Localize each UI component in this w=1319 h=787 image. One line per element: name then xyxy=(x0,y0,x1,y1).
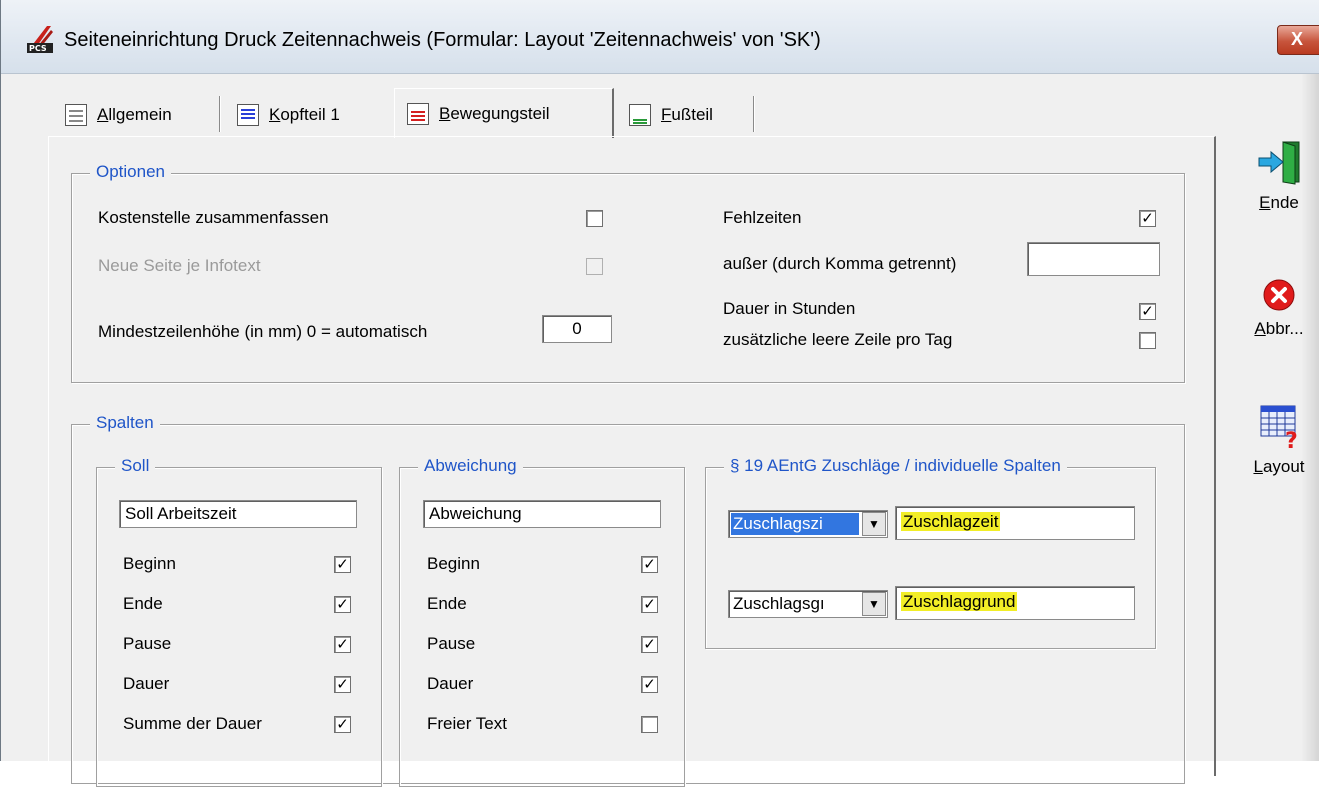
zuschlaege-group: § 19 AEntG Zuschläge / individuelle Spal… xyxy=(705,456,1156,649)
tab-separator xyxy=(753,96,755,132)
optionen-group: Optionen xyxy=(71,162,1185,383)
dauer-stunden-label: Dauer in Stunden xyxy=(723,299,856,318)
abw-ende-checkbox[interactable]: ✓ xyxy=(641,596,658,613)
highlight-text: Zuschlagzeit xyxy=(901,512,1001,531)
optionen-title: Optionen xyxy=(90,162,171,182)
window-shadow xyxy=(1301,74,1319,761)
abw-pause-checkbox[interactable]: ✓ xyxy=(641,636,658,653)
abw-freier-text-label: Freier Text xyxy=(427,714,507,733)
tab-separator xyxy=(219,96,221,132)
cancel-x-icon xyxy=(1263,279,1295,311)
kostenstelle-label: Kostenstelle zusammenfassen xyxy=(98,208,329,227)
kostenstelle-checkbox[interactable] xyxy=(586,210,603,227)
app-logo-icon: PCS xyxy=(27,26,53,53)
dauer-stunden-checkbox[interactable]: ✓ xyxy=(1139,303,1156,320)
zuschlag-text-1[interactable]: Zuschlagzeit xyxy=(895,506,1135,540)
soll-pause-checkbox[interactable]: ✓ xyxy=(334,636,351,653)
tab-label: Allgemein xyxy=(97,105,172,124)
tab-bewegungsteil[interactable]: Bewegungsteil xyxy=(394,88,614,138)
soll-summe-label: Summe der Dauer xyxy=(123,714,262,733)
soll-ende-checkbox[interactable]: ✓ xyxy=(334,596,351,613)
soll-beginn-checkbox[interactable]: ✓ xyxy=(334,556,351,573)
dialog-window: PCS Seiteneinrichtung Druck Zeitennachwe… xyxy=(0,0,1319,787)
abw-beginn-label: Beginn xyxy=(427,554,480,573)
abw-pause-label: Pause xyxy=(427,634,476,653)
chevron-down-icon[interactable]: ▼ xyxy=(862,592,886,616)
soll-title: Soll xyxy=(115,456,156,476)
mindestzeile-input[interactable]: 0 xyxy=(542,315,612,343)
tab-label: Bewegungsteil xyxy=(439,103,550,123)
body-red-icon xyxy=(407,102,429,125)
page-lines-icon xyxy=(65,104,87,126)
soll-dauer-label: Dauer xyxy=(123,674,170,693)
zuschlaege-title: § 19 AEntG Zuschläge / individuelle Spal… xyxy=(724,456,1067,476)
svg-text:PCS: PCS xyxy=(29,44,47,53)
fehlzeiten-checkbox[interactable]: ✓ xyxy=(1139,210,1156,227)
soll-name-input[interactable]: Soll Arbeitszeit xyxy=(119,500,357,528)
footer-green-icon xyxy=(629,104,651,126)
abw-beginn-checkbox[interactable]: ✓ xyxy=(641,556,658,573)
ausser-input[interactable] xyxy=(1027,242,1160,276)
abw-dauer-checkbox[interactable]: ✓ xyxy=(641,676,658,693)
abw-ende-label: Ende xyxy=(427,594,467,613)
spalten-title: Spalten xyxy=(90,413,160,433)
window-title: Seiteneinrichtung Druck Zeitennachweis (… xyxy=(64,29,821,51)
combo-value: Zuschlagszi xyxy=(731,513,859,535)
abw-dauer-label: Dauer xyxy=(427,674,474,693)
soll-summe-checkbox[interactable]: ✓ xyxy=(334,716,351,733)
zuschlag-text-2[interactable]: Zuschlaggrund xyxy=(895,586,1135,620)
exit-door-icon xyxy=(1258,141,1300,185)
abweichung-name-input[interactable]: Abweichung xyxy=(423,500,661,528)
zuschlag-combo-2[interactable]: Zuschlagsgı ▼ xyxy=(728,590,888,618)
tab-label: Fußteil xyxy=(661,105,713,124)
neue-seite-checkbox[interactable] xyxy=(586,258,603,275)
leere-zeile-checkbox[interactable] xyxy=(1139,332,1156,349)
soll-beginn-label: Beginn xyxy=(123,554,176,573)
abweichung-title: Abweichung xyxy=(418,456,523,476)
soll-ende-label: Ende xyxy=(123,594,163,613)
leere-zeile-label: zusätzliche leere Zeile pro Tag xyxy=(723,330,953,349)
fehlzeiten-label: Fehlzeiten xyxy=(723,208,802,227)
tab-label: Kopfteil 1 xyxy=(269,105,340,124)
neue-seite-label: Neue Seite je Infotext xyxy=(98,256,261,275)
soll-dauer-checkbox[interactable]: ✓ xyxy=(334,676,351,693)
ausser-label: außer (durch Komma getrennt) xyxy=(723,254,957,273)
combo-value: Zuschlagsgı xyxy=(733,594,825,613)
close-button[interactable]: X xyxy=(1277,25,1319,55)
mindestzeile-label: Mindestzeilenhöhe (in mm) 0 = automatisc… xyxy=(98,322,428,341)
tab-kopfteil[interactable]: Kopfteil 1 xyxy=(225,94,352,136)
tab-fussteil[interactable]: Fußteil xyxy=(617,94,725,136)
chevron-down-icon[interactable]: ▼ xyxy=(862,512,886,536)
layout-grid-icon: ? xyxy=(1260,405,1298,454)
header-blue-icon xyxy=(237,104,259,126)
zuschlag-combo-1[interactable]: Zuschlagszi ▼ xyxy=(728,510,888,538)
soll-pause-label: Pause xyxy=(123,634,172,653)
highlight-text: Zuschlaggrund xyxy=(901,592,1018,611)
tab-allgemein[interactable]: Allgemein xyxy=(53,94,184,136)
svg-text:?: ? xyxy=(1285,429,1298,450)
title-bar: PCS Seiteneinrichtung Druck Zeitennachwe… xyxy=(1,0,1319,74)
abw-freier-text-checkbox[interactable] xyxy=(641,716,658,733)
